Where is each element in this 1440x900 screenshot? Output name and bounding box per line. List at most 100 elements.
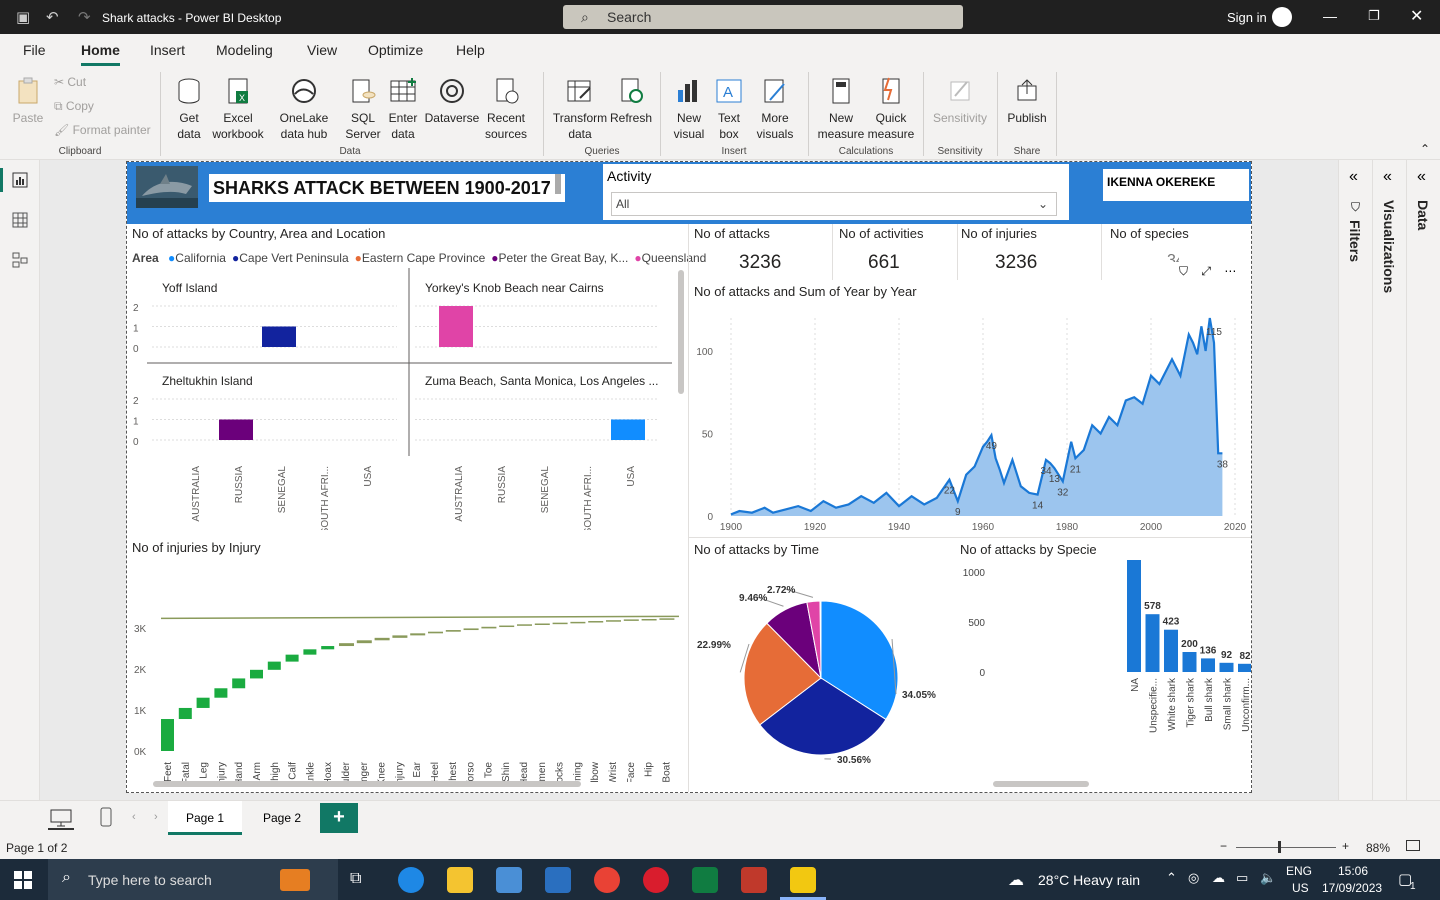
mobile-layout-icon[interactable] <box>100 807 112 827</box>
menu-help[interactable]: Help <box>456 42 485 58</box>
meet-now-icon[interactable]: ◎ <box>1188 870 1199 886</box>
country-chart-title: No of attacks by Country, Area and Locat… <box>132 226 386 241</box>
power-bi-taskbar-icon[interactable] <box>790 867 816 893</box>
cut-button[interactable]: ✂ Cut <box>54 74 86 90</box>
expand-visualizations-icon[interactable]: « <box>1383 168 1392 186</box>
expand-filters-icon[interactable]: « <box>1349 168 1358 186</box>
quick-measure-button[interactable]: Quick measure <box>866 76 916 142</box>
volume-icon[interactable]: 🔈 <box>1260 870 1276 886</box>
onelake-button[interactable]: OneLake data hub <box>268 76 340 142</box>
menu-insert[interactable]: Insert <box>150 42 185 58</box>
data-label: 115 <box>1206 327 1222 338</box>
legend-item[interactable]: ●Peter the Great Bay, K... <box>491 251 628 265</box>
visualizations-pane[interactable]: « Visualizations <box>1372 160 1406 800</box>
location-label: Yoff Island <box>162 281 217 295</box>
next-page-icon[interactable]: › <box>154 811 158 823</box>
data-label: 200 <box>1181 639 1198 650</box>
sql-server-button[interactable]: SQL Server <box>344 76 382 142</box>
filters-pane[interactable]: « ⛉ Filters <box>1338 160 1372 800</box>
new-measure-button[interactable]: New measure <box>816 76 866 142</box>
zoom-slider-thumb[interactable] <box>1278 841 1281 853</box>
enter-data-button[interactable]: Enter data <box>386 76 420 142</box>
clock-time[interactable]: 15:06 <box>1338 864 1368 878</box>
zoom-out-button[interactable]: − <box>1220 839 1227 853</box>
taskbar-search[interactable]: ⌕ Type here to search <box>48 859 338 900</box>
undo-icon[interactable]: ↶ <box>46 8 59 26</box>
opera-icon[interactable] <box>643 867 669 893</box>
tab-page-1[interactable]: Page 1 <box>168 801 242 835</box>
tab-page-2[interactable]: Page 2 <box>246 801 318 835</box>
species-chart-scrollbar[interactable] <box>993 781 1089 787</box>
menu-file[interactable]: File <box>23 42 46 58</box>
zoom-in-button[interactable]: + <box>1342 839 1349 853</box>
injury-chart-scrollbar[interactable] <box>153 781 581 787</box>
expand-data-icon[interactable]: « <box>1417 168 1426 186</box>
legend-item[interactable]: ●Queensland <box>634 251 706 265</box>
table-view-icon[interactable] <box>12 212 28 228</box>
format-painter-button[interactable]: 🖌 Format painter <box>54 122 151 138</box>
new-visual-button[interactable]: New visual <box>670 76 708 142</box>
zoom-slider[interactable] <box>1236 847 1336 848</box>
refresh-button[interactable]: Refresh <box>610 76 652 126</box>
publish-button[interactable]: Publish <box>1005 76 1049 126</box>
dataverse-button[interactable]: Dataverse <box>424 76 480 126</box>
waterfall-bar <box>606 620 621 622</box>
network-icon[interactable]: ▭ <box>1236 870 1248 886</box>
maximize-button[interactable]: ❐ <box>1368 8 1380 24</box>
close-button[interactable]: ✕ <box>1410 6 1423 26</box>
paste-button[interactable]: Paste <box>10 76 46 126</box>
x-tick-label: Wrist <box>608 762 619 782</box>
edge-icon[interactable] <box>398 867 424 893</box>
menu-modeling[interactable]: Modeling <box>216 42 273 58</box>
task-view-icon[interactable]: ⧉ <box>350 870 361 888</box>
save-icon[interactable]: ▣ <box>16 8 30 26</box>
account-icon[interactable] <box>1272 7 1292 27</box>
store-icon[interactable] <box>496 867 522 893</box>
sign-in-link[interactable]: Sign in <box>1227 10 1267 25</box>
fit-to-page-icon[interactable] <box>1406 840 1420 851</box>
copy-button[interactable]: ⧉ Copy <box>54 98 94 114</box>
windows-start-icon[interactable] <box>14 871 32 889</box>
text-box-button[interactable]: A Text box <box>712 76 746 142</box>
desktop-layout-icon[interactable] <box>50 809 72 827</box>
focus-mode-icon[interactable]: ⤢ <box>1201 264 1211 278</box>
get-data-button[interactable]: Get data <box>168 76 210 142</box>
menu-view[interactable]: View <box>307 42 337 58</box>
chrome-icon[interactable] <box>594 867 620 893</box>
data-pane[interactable]: « Data <box>1406 160 1440 800</box>
sensitivity-button[interactable]: Sensitivity <box>930 76 990 126</box>
winrar-icon[interactable] <box>741 867 767 893</box>
recent-sources-button[interactable]: Recent sources <box>480 76 532 142</box>
minimize-button[interactable]: — <box>1323 8 1337 24</box>
legend-item[interactable]: ●California <box>168 251 226 265</box>
more-options-icon[interactable]: ⋯ <box>1224 264 1236 278</box>
mail-icon[interactable] <box>545 867 571 893</box>
add-page-button[interactable]: + <box>320 803 358 833</box>
excel-workbook-button[interactable]: X Excel workbook <box>212 76 264 142</box>
excel-taskbar-icon[interactable] <box>692 867 718 893</box>
show-hidden-icons[interactable]: ⌃ <box>1166 870 1177 886</box>
text-box-label: Text box <box>717 111 740 141</box>
prev-page-icon[interactable]: ‹ <box>132 811 136 823</box>
report-view-icon[interactable] <box>12 172 28 188</box>
more-visuals-button[interactable]: More visuals <box>750 76 800 142</box>
menu-optimize[interactable]: Optimize <box>368 42 423 58</box>
x-tick-label: Chest <box>448 762 459 782</box>
filter-icon[interactable]: ⛉ <box>1179 264 1188 278</box>
refresh-label: Refresh <box>610 111 653 125</box>
collapse-ribbon-icon[interactable]: ⌃ <box>1420 142 1430 156</box>
weather-text[interactable]: 28°C Heavy rain <box>1038 872 1140 888</box>
language-indicator[interactable]: ENG <box>1286 864 1312 878</box>
dataverse-icon <box>440 79 464 103</box>
redo-icon[interactable]: ↷ <box>78 8 91 26</box>
legend-item[interactable]: ●Eastern Cape Province <box>355 251 486 265</box>
legend-item[interactable]: ●Cape Vert Peninsula <box>232 251 349 265</box>
model-view-icon[interactable] <box>12 252 28 268</box>
search-box[interactable]: ⌕ Search <box>563 5 963 29</box>
menu-home[interactable]: Home <box>81 42 120 66</box>
country-chart-scrollbar[interactable] <box>678 270 684 394</box>
file-explorer-icon[interactable] <box>447 867 473 893</box>
activity-dropdown[interactable]: All ⌄ <box>611 192 1057 216</box>
transform-data-button[interactable]: Transform data <box>552 76 608 142</box>
onedrive-icon[interactable]: ☁ <box>1212 870 1225 886</box>
